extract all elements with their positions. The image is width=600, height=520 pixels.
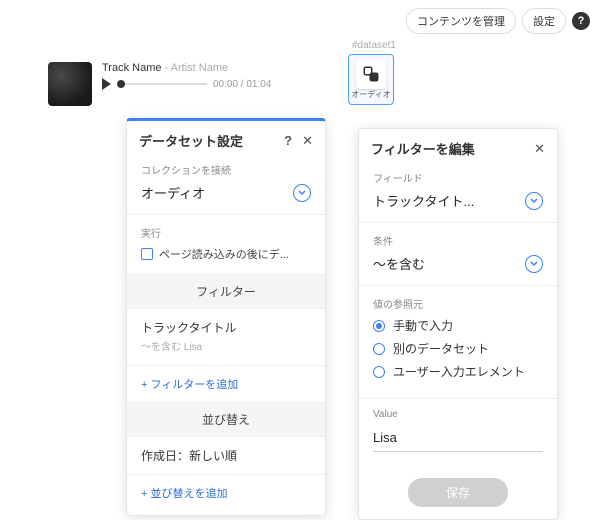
play-icon[interactable] bbox=[102, 78, 111, 90]
filter-item-title: トラックタイトル bbox=[141, 319, 311, 336]
condition-value: 〜を含む bbox=[373, 254, 425, 273]
radio-icon[interactable] bbox=[373, 320, 385, 332]
radio-icon[interactable] bbox=[373, 366, 385, 378]
progress-bar[interactable] bbox=[117, 83, 207, 85]
collection-value: オーディオ bbox=[141, 183, 205, 202]
sort-item[interactable]: 作成日：新しい順 bbox=[127, 436, 325, 474]
value-label: Value bbox=[373, 409, 543, 420]
help-icon[interactable]: ? bbox=[572, 12, 590, 30]
run-label: 実行 bbox=[141, 225, 311, 240]
collection-label: コレクションを接続 bbox=[141, 162, 311, 177]
settings-button[interactable]: 設定 bbox=[522, 8, 566, 34]
radio-label: 別のデータセット bbox=[393, 340, 489, 357]
filter-item-sub: 〜を含む Lisa bbox=[141, 338, 311, 353]
save-button[interactable]: 保存 bbox=[408, 478, 508, 507]
panel-title: データセット設定 bbox=[139, 131, 243, 150]
filter-panel-close-icon[interactable]: ✕ bbox=[534, 141, 545, 157]
dataset-element[interactable]: オーディオ bbox=[348, 54, 394, 105]
dataset-settings-panel: データセット設定 ? ✕ コレクションを接続 オーディオ 実行 ページ読み込みの… bbox=[126, 118, 326, 516]
run-checkbox-row[interactable]: ページ読み込みの後にデ... bbox=[141, 246, 311, 262]
dataset-id-label: #dataset1 bbox=[352, 40, 396, 51]
filter-edit-panel: フィルターを編集 ✕ フィールド トラックタイト... 条件 〜を含む 値の参照… bbox=[358, 128, 558, 520]
field-dropdown[interactable] bbox=[525, 192, 543, 210]
condition-label: 条件 bbox=[373, 233, 543, 248]
value-source-label: 値の参照元 bbox=[373, 296, 543, 311]
dataset-label: オーディオ bbox=[349, 91, 393, 100]
panel-close-icon[interactable]: ✕ bbox=[302, 133, 313, 149]
filter-panel-title: フィルターを編集 bbox=[371, 139, 475, 158]
artist-name: Artist Name bbox=[171, 62, 228, 74]
run-option-label: ページ読み込みの後にデ... bbox=[159, 246, 289, 262]
checkbox-icon[interactable] bbox=[141, 248, 153, 260]
filter-item-row[interactable]: トラックタイトル 〜を含む Lisa bbox=[127, 308, 325, 365]
radio-icon[interactable] bbox=[373, 343, 385, 355]
add-filter-link[interactable]: + フィルターを追加 bbox=[127, 365, 325, 402]
manage-content-button[interactable]: コンテンツを管理 bbox=[406, 8, 516, 34]
field-label: フィールド bbox=[373, 170, 543, 185]
radio-label: 手動で入力 bbox=[393, 317, 453, 334]
time-display: 00:00 / 01:04 bbox=[213, 79, 271, 90]
collection-dropdown[interactable] bbox=[293, 184, 311, 202]
filter-section-header: フィルター bbox=[127, 274, 325, 308]
sort-section-header: 並び替え bbox=[127, 402, 325, 436]
add-sort-link[interactable]: + 並び替えを追加 bbox=[127, 474, 325, 511]
audio-player: Track Name - Artist Name 00:00 / 01:04 bbox=[48, 62, 271, 106]
track-name: Track Name bbox=[102, 62, 162, 74]
album-art bbox=[48, 62, 92, 106]
track-sep: - bbox=[162, 62, 171, 74]
radio-manual[interactable]: 手動で入力 bbox=[373, 317, 543, 334]
field-value: トラックタイト... bbox=[373, 191, 474, 210]
radio-dataset[interactable]: 別のデータセット bbox=[373, 340, 543, 357]
track-title-line: Track Name - Artist Name bbox=[102, 62, 271, 74]
value-input[interactable]: Lisa bbox=[373, 426, 543, 452]
condition-dropdown[interactable] bbox=[525, 255, 543, 273]
radio-label: ユーザー入力エレメント bbox=[393, 363, 525, 380]
panel-help-icon[interactable]: ? bbox=[284, 133, 292, 149]
dataset-icon bbox=[356, 59, 386, 89]
radio-user-input[interactable]: ユーザー入力エレメント bbox=[373, 363, 543, 380]
